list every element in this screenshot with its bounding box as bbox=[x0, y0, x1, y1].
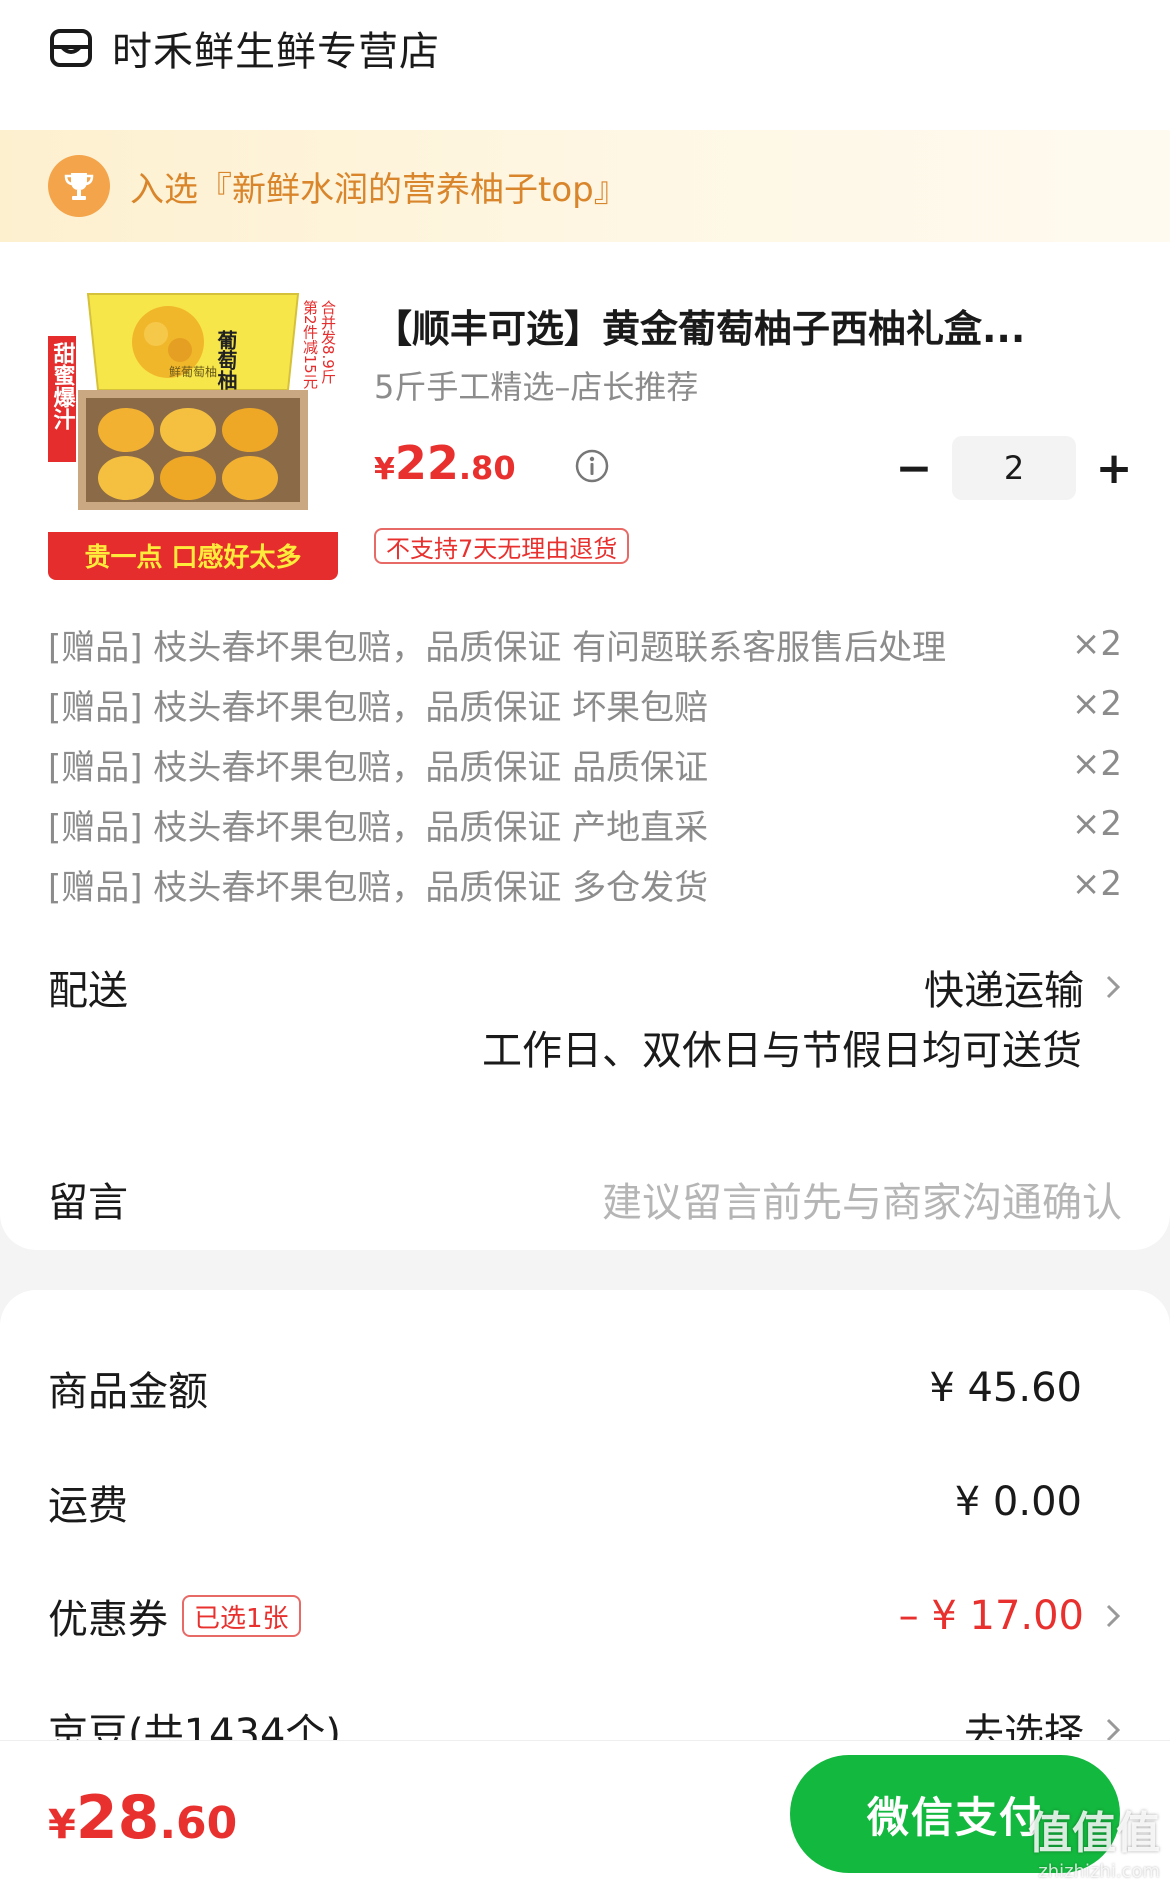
product-title[interactable]: 【顺丰可选】黄金葡萄柚子西柚礼盒... bbox=[374, 298, 1134, 353]
coupon-row[interactable]: 优惠券 已选1张 – ¥ 17.00 bbox=[48, 1586, 1122, 1646]
shipping-label: 配送 bbox=[48, 968, 128, 1014]
goods-amount-label: 商品金额 bbox=[48, 1369, 208, 1415]
goods-amount-value: ¥ 45.60 bbox=[929, 1365, 1082, 1411]
checkout-bar: ¥ 28 .60 微信支付 值值值 zhizhizhi.com bbox=[0, 1740, 1170, 1890]
promo-text: 入选『新鲜水润的营养柚子top』 bbox=[130, 169, 628, 210]
return-policy-tag: 不支持7天无理由退货 bbox=[374, 528, 630, 564]
freight-label: 运费 bbox=[48, 1483, 128, 1529]
coupon-label: 优惠券 bbox=[48, 1597, 168, 1643]
store-header[interactable]: 时禾鲜生鲜专营店 bbox=[48, 18, 440, 78]
shipping-method-selector[interactable]: 快递运输 bbox=[924, 958, 1122, 1016]
shipping-method-value: 快递运输 bbox=[924, 968, 1084, 1014]
memo-input[interactable]: 建议留言前先与商家沟通确认 bbox=[602, 1170, 1122, 1228]
price-currency: ¥ bbox=[374, 452, 395, 487]
total-price: ¥ 28 .60 bbox=[48, 1783, 237, 1853]
chevron-right-icon bbox=[1106, 975, 1121, 999]
thumb-side-left-text: 甜蜜爆汁 bbox=[50, 341, 76, 430]
product-item: 葡萄柚 甜蜜爆汁 第2件减15元 合并发8.9斤 鲜葡萄柚 贵一点 口感好太多 … bbox=[48, 290, 1132, 590]
gift-item: [赠品] 枝头春坏果包赔，品质保证 有问题联系客服售后处理 ×2 bbox=[48, 614, 1122, 674]
info-icon[interactable] bbox=[574, 448, 610, 484]
price-integer: 22 bbox=[394, 436, 459, 490]
promo-banner[interactable]: 入选『新鲜水润的营养柚子top』 bbox=[0, 130, 1170, 242]
goods-amount-row: 商品金额 ¥ 45.60 bbox=[48, 1358, 1122, 1418]
gift-qty: ×2 bbox=[1071, 624, 1122, 664]
watermark-logo: 值值值 bbox=[1028, 1808, 1160, 1859]
gift-item: [赠品] 枝头春坏果包赔，品质保证 品质保证 ×2 bbox=[48, 734, 1122, 794]
quantity-plus-button[interactable]: + bbox=[1084, 438, 1144, 498]
watermark: 值值值 zhizhizhi.com bbox=[1028, 1797, 1160, 1882]
store-name: 时禾鲜生鲜专营店 bbox=[112, 29, 440, 75]
coupon-value: – ¥ 17.00 bbox=[898, 1593, 1084, 1639]
store-icon bbox=[50, 29, 92, 67]
gift-qty: ×2 bbox=[1071, 804, 1122, 844]
gift-item: [赠品] 枝头春坏果包赔，品质保证 坏果包赔 ×2 bbox=[48, 674, 1122, 734]
total-integer: 28 bbox=[75, 1783, 160, 1853]
thumb-ribbon-text: 贵一点 口感好太多 bbox=[84, 542, 301, 573]
gift-text: [赠品] 枝头春坏果包赔，品质保证 产地直采 bbox=[48, 807, 709, 848]
price-decimal: .80 bbox=[458, 449, 516, 487]
product-price: ¥ 22 .80 bbox=[374, 436, 516, 490]
memo-label: 留言 bbox=[48, 1180, 128, 1226]
gift-qty: ×2 bbox=[1071, 684, 1122, 724]
gift-list: [赠品] 枝头春坏果包赔，品质保证 有问题联系客服售后处理 ×2 [赠品] 枝头… bbox=[48, 614, 1122, 914]
gift-text: [赠品] 枝头春坏果包赔，品质保证 品质保证 bbox=[48, 747, 709, 788]
watermark-url: zhizhizhi.com bbox=[1038, 1861, 1160, 1882]
product-spec[interactable]: 5斤手工精选–店长推荐 bbox=[374, 362, 698, 408]
quantity-minus-button[interactable]: − bbox=[884, 438, 944, 498]
freight-row: 运费 ¥ 0.00 bbox=[48, 1472, 1122, 1532]
chevron-right-icon bbox=[1106, 1604, 1121, 1628]
trophy-icon bbox=[48, 155, 110, 217]
gift-text: [赠品] 枝头春坏果包赔，品质保证 多仓发货 bbox=[48, 867, 709, 908]
gift-text: [赠品] 枝头春坏果包赔，品质保证 坏果包赔 bbox=[48, 687, 709, 728]
freight-value: ¥ 0.00 bbox=[954, 1479, 1082, 1525]
gift-item: [赠品] 枝头春坏果包赔，品质保证 多仓发货 ×2 bbox=[48, 854, 1122, 914]
gift-item: [赠品] 枝头春坏果包赔，品质保证 产地直采 ×2 bbox=[48, 794, 1122, 854]
shipping-note: 工作日、双休日与节假日均可送货 bbox=[482, 1028, 1082, 1074]
quantity-value[interactable]: 2 bbox=[952, 436, 1076, 500]
total-currency: ¥ bbox=[48, 1802, 76, 1848]
thumb-brand-text: 葡萄柚 bbox=[214, 330, 238, 391]
total-decimal: .60 bbox=[159, 1798, 238, 1849]
gift-text: [赠品] 枝头春坏果包赔，品质保证 有问题联系客服售后处理 bbox=[48, 627, 947, 668]
coupon-selected-tag: 已选1张 bbox=[182, 1595, 301, 1637]
gift-qty: ×2 bbox=[1071, 744, 1122, 784]
quantity-stepper: − 2 + bbox=[884, 436, 1144, 500]
thumb-side-right-a-text: 第2件减15元 bbox=[301, 299, 319, 390]
thumb-side-right-b-text: 合并发8.9斤 bbox=[319, 300, 337, 384]
gift-qty: ×2 bbox=[1071, 864, 1122, 904]
thumb-box-caption-text: 鲜葡萄柚 bbox=[169, 364, 217, 379]
order-card: 时禾鲜生鲜专营店 入选『新鲜水润的营养柚子top』 葡萄柚 甜蜜爆汁 第2件减1… bbox=[0, 0, 1170, 1250]
product-thumbnail[interactable]: 葡萄柚 甜蜜爆汁 第2件减15元 合并发8.9斤 鲜葡萄柚 贵一点 口感好太多 bbox=[48, 290, 338, 580]
